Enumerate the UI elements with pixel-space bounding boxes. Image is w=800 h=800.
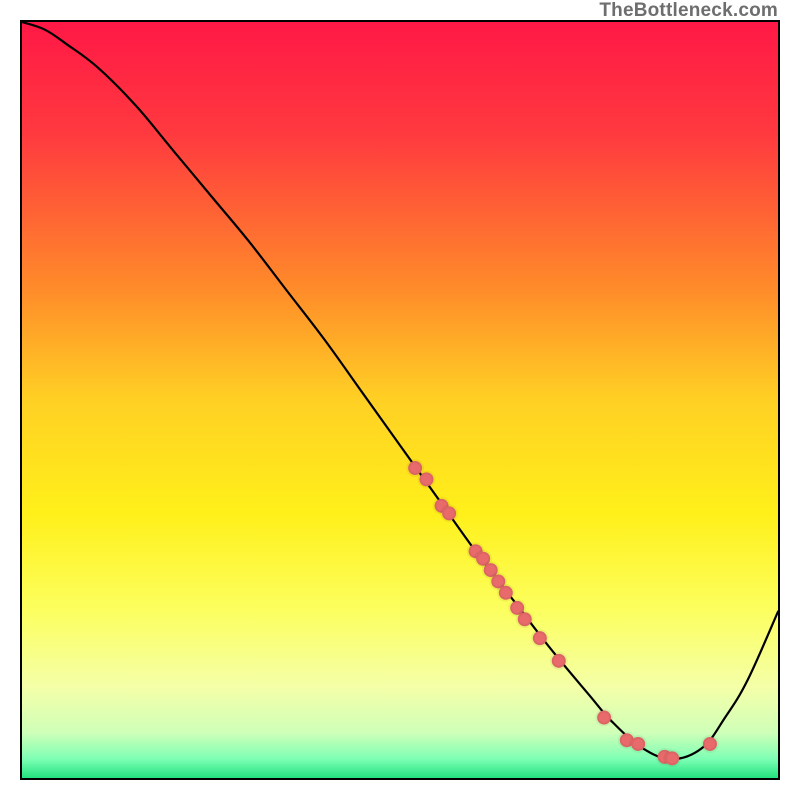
data-point — [597, 711, 611, 725]
data-point — [518, 612, 532, 626]
data-point — [408, 461, 422, 475]
data-point — [499, 586, 513, 600]
bottleneck-curve — [22, 22, 778, 759]
chart-plot — [22, 22, 778, 778]
scatter-layer — [408, 461, 717, 765]
chart-frame — [20, 20, 780, 780]
data-point — [703, 737, 717, 751]
data-point — [665, 751, 679, 765]
data-point — [419, 472, 433, 486]
watermark-text: TheBottleneck.com — [599, 0, 778, 22]
data-point — [533, 631, 547, 645]
data-point — [552, 654, 566, 668]
data-point — [442, 506, 456, 520]
data-point — [631, 737, 645, 751]
